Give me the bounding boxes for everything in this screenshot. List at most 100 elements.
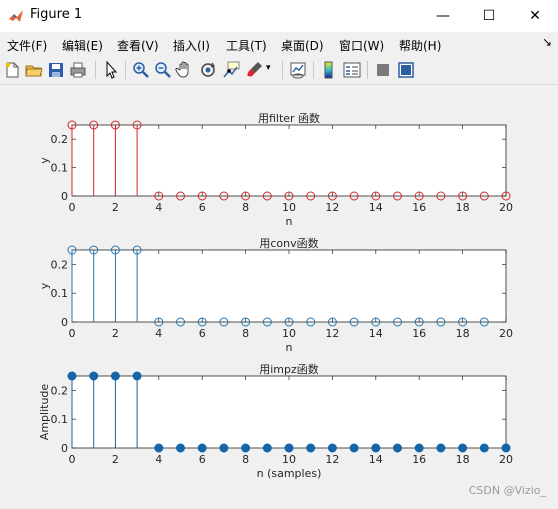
watermark-text: CSDN @Vizio_ xyxy=(468,484,546,497)
x-tick-label: 6 xyxy=(199,453,206,466)
x-tick-label: 10 xyxy=(282,327,296,340)
stem-marker xyxy=(176,443,185,453)
x-tick-label: 2 xyxy=(112,327,119,340)
menu-bar: 文件(F) 编辑(E) 查看(V) 插入(I) 工具(T) 桌面(D) 窗口(W… xyxy=(0,32,558,56)
y-tick-label: 0.2 xyxy=(51,258,69,271)
menu-view[interactable]: 查看(V) xyxy=(117,37,159,54)
close-icon: ✕ xyxy=(529,8,541,24)
minimize-button[interactable]: — xyxy=(420,0,466,32)
x-tick-label: 16 xyxy=(412,453,426,466)
subplot-1: 0 0.1 0.2 0 2 4 6 8 10 12 14 16 18 20 用filter 函数 n y xyxy=(38,112,513,228)
data-cursor-icon[interactable] xyxy=(221,60,241,80)
x-tick-label: 10 xyxy=(282,201,296,214)
stem-marker xyxy=(393,443,402,453)
menu-desktop[interactable]: 桌面(D) xyxy=(281,37,324,54)
stem-marker xyxy=(458,443,468,453)
stem-marker xyxy=(110,371,120,381)
subplot-title: 用conv函数 xyxy=(259,237,318,250)
new-figure-icon[interactable] xyxy=(2,60,22,80)
subplot-2: 0 0.1 0.2 0 2 4 6 8 10 12 14 16 18 20 用conv函数 n y xyxy=(38,237,513,354)
stem-marker xyxy=(414,443,424,453)
x-tick-label: 18 xyxy=(456,453,470,466)
x-tick-label: 8 xyxy=(242,201,249,214)
x-tick-label: 12 xyxy=(325,327,339,340)
save-icon[interactable] xyxy=(46,60,66,80)
y-axis-label: Amplitude xyxy=(38,384,51,441)
stem-marker xyxy=(241,443,251,453)
menu-window[interactable]: 窗口(W) xyxy=(339,37,384,54)
print-icon[interactable] xyxy=(68,60,88,80)
matlab-logo-icon xyxy=(9,10,23,22)
legend-icon[interactable] xyxy=(342,60,362,80)
maximize-button[interactable]: ☐ xyxy=(466,0,512,32)
menu-file[interactable]: 文件(F) xyxy=(7,37,47,54)
menu-help[interactable]: 帮助(H) xyxy=(399,37,441,54)
y-tick-label: 0.2 xyxy=(51,133,69,146)
x-tick-label: 2 xyxy=(112,453,119,466)
zoom-out-icon[interactable] xyxy=(153,60,173,80)
x-tick-label: 12 xyxy=(325,201,339,214)
menu-tools[interactable]: 工具(T) xyxy=(226,37,267,54)
x-tick-label: 20 xyxy=(499,327,513,340)
y-tick-label: 0 xyxy=(61,190,68,203)
y-tick-label: 0.1 xyxy=(51,162,69,175)
colorbar-icon[interactable] xyxy=(319,60,339,80)
plot-canvas[interactable]: 00.10.20 2 4 6 8 10 12 14 16 18 20用filter 函数ny00.1… xyxy=(0,85,558,505)
x-tick-label: 10 xyxy=(282,453,296,466)
stem-marker xyxy=(132,371,142,381)
stem-marker xyxy=(197,443,207,453)
stem-marker xyxy=(371,443,381,453)
x-tick-label: 4 xyxy=(155,327,162,340)
show-plot-tools-icon[interactable] xyxy=(396,60,416,80)
y-tick-label: 0.2 xyxy=(51,384,69,397)
stem-marker xyxy=(219,443,229,453)
x-tick-label: 14 xyxy=(369,201,383,214)
hide-plot-tools-icon[interactable] xyxy=(373,60,393,80)
window-title: Figure 1 xyxy=(30,7,83,22)
menu-insert[interactable]: 插入(I) xyxy=(173,37,210,54)
toolbar-separator xyxy=(282,61,283,79)
y-tick-label: 0 xyxy=(61,442,68,455)
x-tick-label: 2 xyxy=(112,201,119,214)
title-bar: Figure 1 — ☐ ✕ xyxy=(0,0,558,33)
y-axis-label: y xyxy=(38,282,51,289)
open-file-icon[interactable] xyxy=(24,60,44,80)
x-axis-label: n xyxy=(286,341,293,354)
zoom-in-icon[interactable] xyxy=(131,60,151,80)
y-tick-label: 0.1 xyxy=(51,413,69,426)
y-tick-label: 0.1 xyxy=(51,287,69,300)
x-tick-label: 6 xyxy=(199,327,206,340)
toolbar-separator xyxy=(367,61,368,79)
x-tick-label: 8 xyxy=(242,453,249,466)
x-axis-label: n xyxy=(286,215,293,228)
x-tick-label: 4 xyxy=(155,201,162,214)
x-tick-label: 16 xyxy=(412,201,426,214)
stem-marker xyxy=(501,443,511,453)
stem-marker xyxy=(262,443,272,453)
brush-dropdown-icon[interactable]: ▾ xyxy=(266,63,274,73)
menu-edit[interactable]: 编辑(E) xyxy=(62,37,103,54)
rotate-icon[interactable] xyxy=(198,60,218,80)
stem-marker xyxy=(154,443,164,453)
x-tick-label: 0 xyxy=(69,201,76,214)
brush-icon[interactable] xyxy=(244,60,264,80)
link-plot-icon[interactable] xyxy=(288,60,308,80)
toolbar-separator xyxy=(95,61,96,79)
menu-overflow-icon[interactable]: ↘ xyxy=(542,35,552,49)
toolbar-separator xyxy=(313,61,314,79)
minimize-icon: — xyxy=(436,8,450,24)
x-tick-label: 14 xyxy=(369,327,383,340)
stem-marker xyxy=(67,371,77,381)
stem-marker xyxy=(327,443,337,453)
stem-marker xyxy=(284,443,294,453)
stem-marker xyxy=(306,443,316,453)
toolbar: ▾ xyxy=(0,56,558,85)
x-tick-label: 8 xyxy=(242,327,249,340)
x-tick-label: 20 xyxy=(499,453,513,466)
subplot-title: 用impz函数 xyxy=(259,363,319,376)
close-button[interactable]: ✕ xyxy=(512,0,558,32)
x-tick-label: 0 xyxy=(69,453,76,466)
x-tick-label: 18 xyxy=(456,201,470,214)
pointer-icon[interactable] xyxy=(101,60,121,80)
pan-icon[interactable] xyxy=(175,60,195,80)
